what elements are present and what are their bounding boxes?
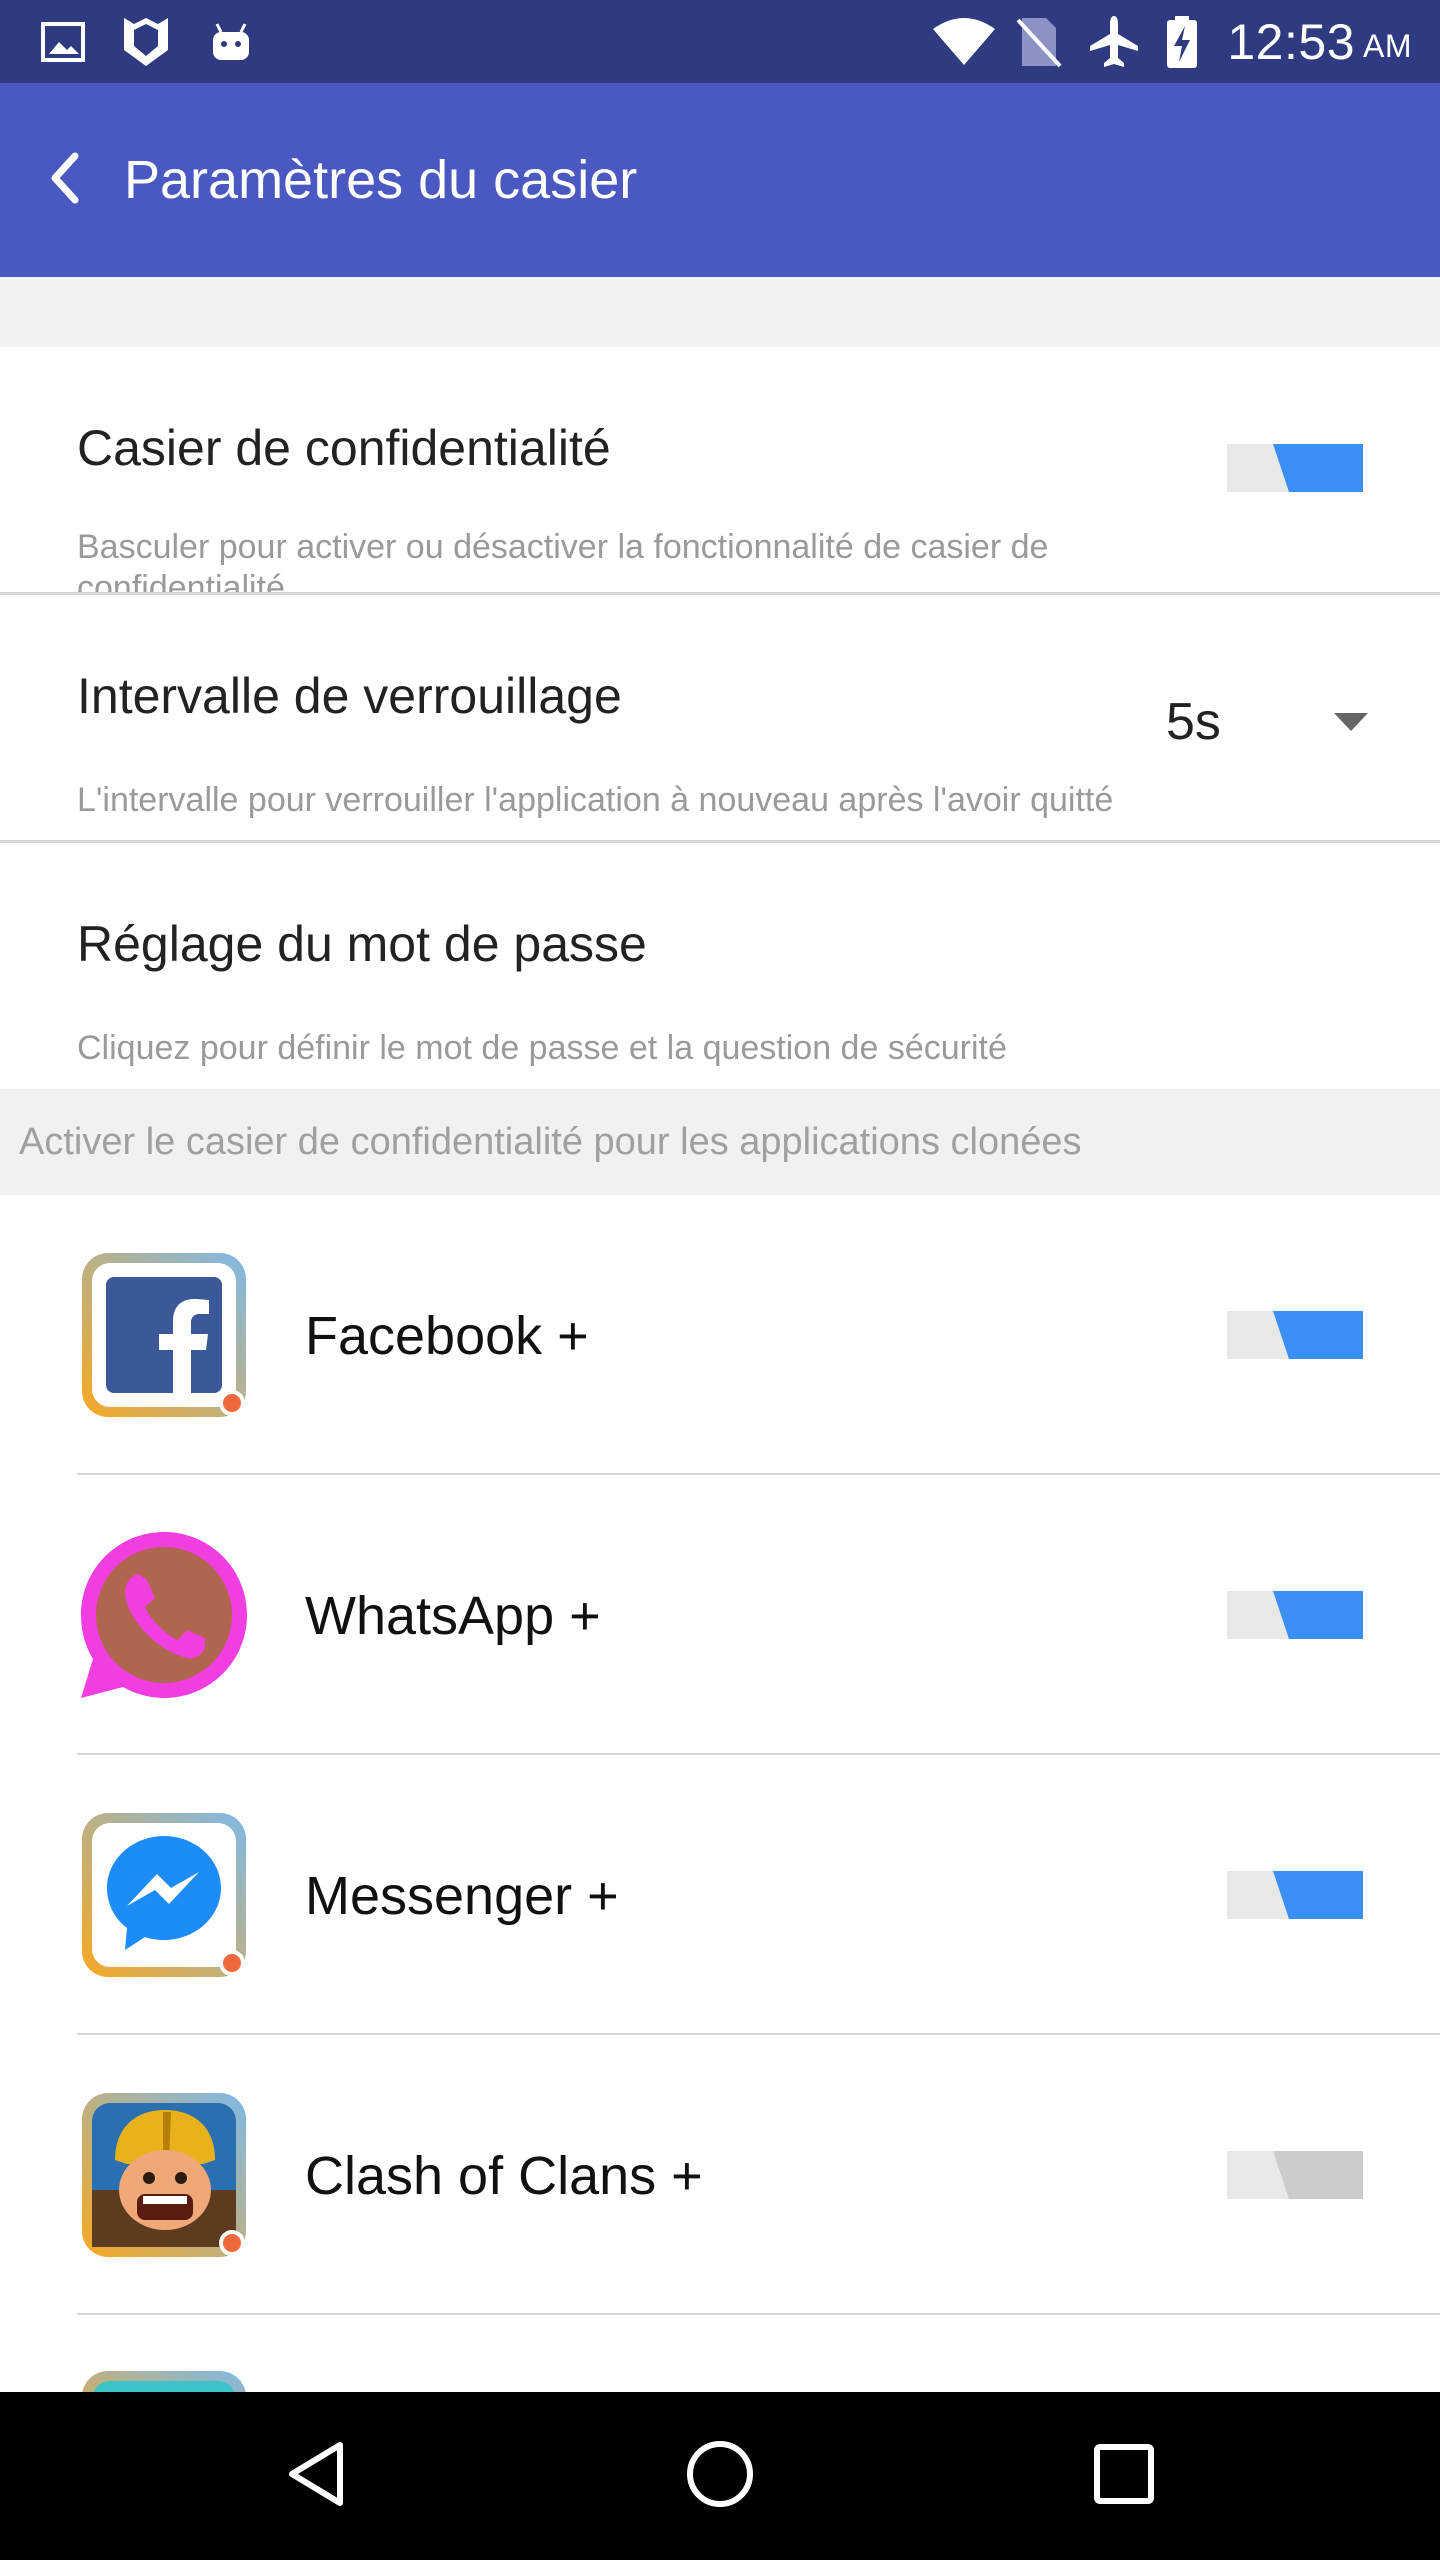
clash-of-clans-lock-toggle[interactable]: [1227, 2151, 1363, 2199]
nav-home-button[interactable]: [640, 2392, 800, 2560]
list-item-messenger[interactable]: Messenger +: [0, 1755, 1440, 2035]
android-icon: [206, 0, 256, 83]
setting-title: Casier de confidentialité: [77, 420, 611, 476]
section-header-label: Activer le casier de confidentialité pou…: [19, 1120, 1082, 1163]
lock-interval-dropdown[interactable]: 5s: [1140, 677, 1380, 767]
app-name: WhatsApp +: [305, 1586, 601, 1646]
privacy-locker-toggle[interactable]: [1227, 444, 1363, 492]
no-sim-icon: [1012, 0, 1066, 83]
whatsapp-icon: [79, 1530, 249, 1700]
back-button[interactable]: [28, 138, 102, 222]
list-divider: [77, 2313, 1440, 2315]
shield-app-icon: [118, 0, 174, 83]
list-item-clash-of-clans[interactable]: Clash of Clans +: [0, 2035, 1440, 2315]
app-name: Messenger +: [305, 1866, 619, 1926]
navigation-bar: [0, 2392, 1440, 2560]
list-item-facebook[interactable]: Facebook +: [0, 1195, 1440, 1475]
status-time: 12:53 AM: [1227, 0, 1412, 83]
status-bar: 12:53 AM: [0, 0, 1440, 83]
caret-down-icon: [1332, 711, 1370, 738]
nav-recents-button[interactable]: [1044, 2392, 1204, 2560]
airplane-mode-icon: [1084, 0, 1144, 83]
app-name: Facebook +: [305, 1306, 589, 1366]
dropdown-value: 5s: [1166, 693, 1221, 751]
facebook-lock-toggle[interactable]: [1227, 1311, 1363, 1359]
back-triangle-icon: [286, 2439, 346, 2514]
whatsapp-lock-toggle[interactable]: [1227, 1591, 1363, 1639]
next-app-icon-partial: [79, 2368, 249, 2392]
battery-charging-icon: [1160, 0, 1204, 83]
setting-privacy-locker[interactable]: Casier de confidentialité Basculer pour …: [0, 347, 1440, 593]
setting-password[interactable]: Réglage du mot de passe Cliquez pour déf…: [0, 843, 1440, 1089]
setting-description: Cliquez pour définir le mot de passe et …: [77, 1029, 1007, 1067]
setting-title: Réglage du mot de passe: [77, 916, 647, 972]
list-item-whatsapp[interactable]: WhatsApp +: [0, 1475, 1440, 1755]
app-name: Clash of Clans +: [305, 2146, 703, 2206]
clash-of-clans-icon: [79, 2090, 249, 2260]
wifi-icon: [928, 0, 1000, 83]
setting-title: Intervalle de verrouillage: [77, 668, 622, 724]
image-icon: [38, 0, 88, 83]
page-title: Paramètres du casier: [124, 150, 638, 210]
app-bar: Paramètres du casier: [0, 83, 1440, 277]
section-header: Activer le casier de confidentialité pou…: [0, 1089, 1440, 1195]
setting-description: L'intervalle pour verrouiller l'applicat…: [77, 781, 1114, 819]
clock-time: 12:53: [1227, 13, 1355, 70]
nav-back-button[interactable]: [236, 2392, 396, 2560]
setting-description: Basculer pour activer ou désactiver la f…: [77, 528, 1049, 593]
top-spacer: [0, 277, 1440, 347]
clock-ampm: AM: [1363, 28, 1412, 64]
messenger-icon: [79, 1810, 249, 1980]
facebook-icon: [79, 1250, 249, 1420]
home-circle-icon: [685, 2439, 755, 2514]
recents-square-icon: [1093, 2443, 1155, 2510]
messenger-lock-toggle[interactable]: [1227, 1871, 1363, 1919]
chevron-left-icon: [45, 150, 85, 211]
